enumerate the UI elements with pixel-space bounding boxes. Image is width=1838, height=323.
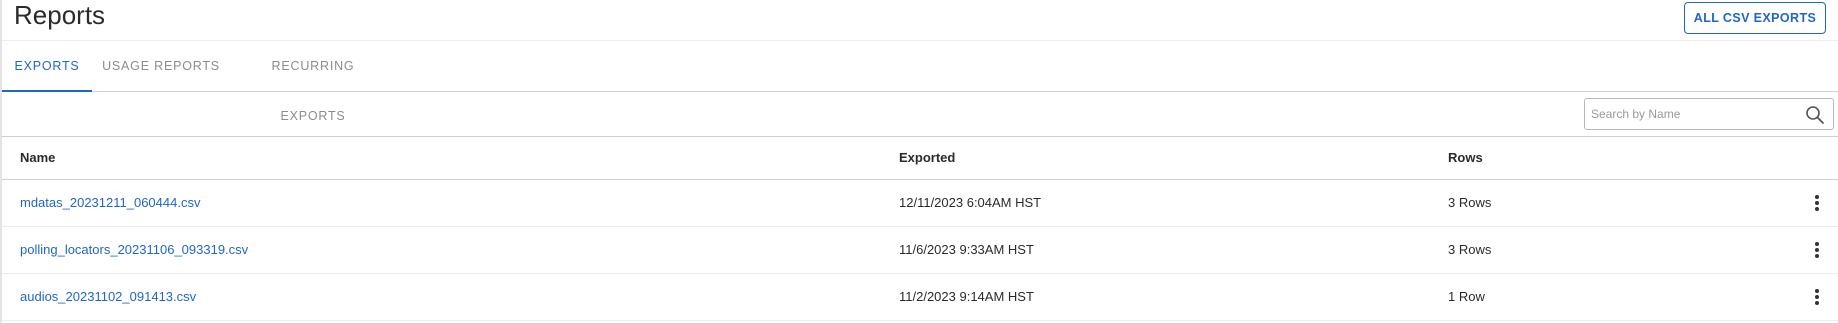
export-date: 11/2/2023 9:14AM HST [899, 289, 1034, 304]
row-count: 3 Rows [1448, 242, 1492, 257]
export-date: 11/6/2023 9:33AM HST [899, 242, 1034, 257]
table-header: Name Exported Rows [2, 136, 1838, 180]
reports-page: Reports ALL CSV EXPORTS EXPORTS USAGE RE… [0, 0, 1838, 323]
tab-usage-reports[interactable]: USAGE REPORTS [98, 41, 224, 91]
column-header-exported[interactable]: Exported [899, 137, 955, 179]
export-file-link[interactable]: audios_20231102_091413.csv [20, 274, 196, 320]
export-date: 12/11/2023 6:04AM HST [899, 195, 1042, 210]
table-row: polling_locators_20231106_093319.csv 11/… [2, 227, 1838, 274]
page-title: Reports [14, 0, 106, 30]
report-tabs: EXPORTS USAGE REPORTS RECURRING EXPORTS [2, 41, 1838, 123]
table-row: mdatas_20231211_060444.csv 12/11/2023 6:… [2, 180, 1838, 227]
search-box [1584, 98, 1834, 130]
row-count: 3 Rows [1448, 195, 1492, 210]
search-input[interactable] [1585, 99, 1800, 129]
all-csv-exports-button[interactable]: ALL CSV EXPORTS [1684, 2, 1826, 34]
row-count: 1 Row [1448, 289, 1485, 304]
page-header: Reports ALL CSV EXPORTS [2, 0, 1838, 41]
table-row: audios_20231102_091413.csv 11/2/2023 9:1… [2, 274, 1838, 321]
export-file-link[interactable]: polling_locators_20231106_093319.csv [20, 227, 248, 273]
column-header-rows[interactable]: Rows [1448, 137, 1483, 179]
kebab-menu-icon[interactable] [1814, 289, 1820, 305]
exports-table: Name Exported Rows mdatas_20231211_06044… [2, 136, 1838, 321]
column-header-name[interactable]: Name [20, 137, 55, 179]
search-icon[interactable] [1805, 105, 1825, 125]
tab-exports[interactable]: EXPORTS [2, 41, 92, 92]
export-file-link[interactable]: mdatas_20231211_060444.csv [20, 180, 200, 226]
kebab-menu-icon[interactable] [1814, 242, 1820, 258]
kebab-menu-icon[interactable] [1814, 195, 1820, 211]
tab-recurring-exports[interactable]: RECURRING EXPORTS [238, 41, 388, 123]
